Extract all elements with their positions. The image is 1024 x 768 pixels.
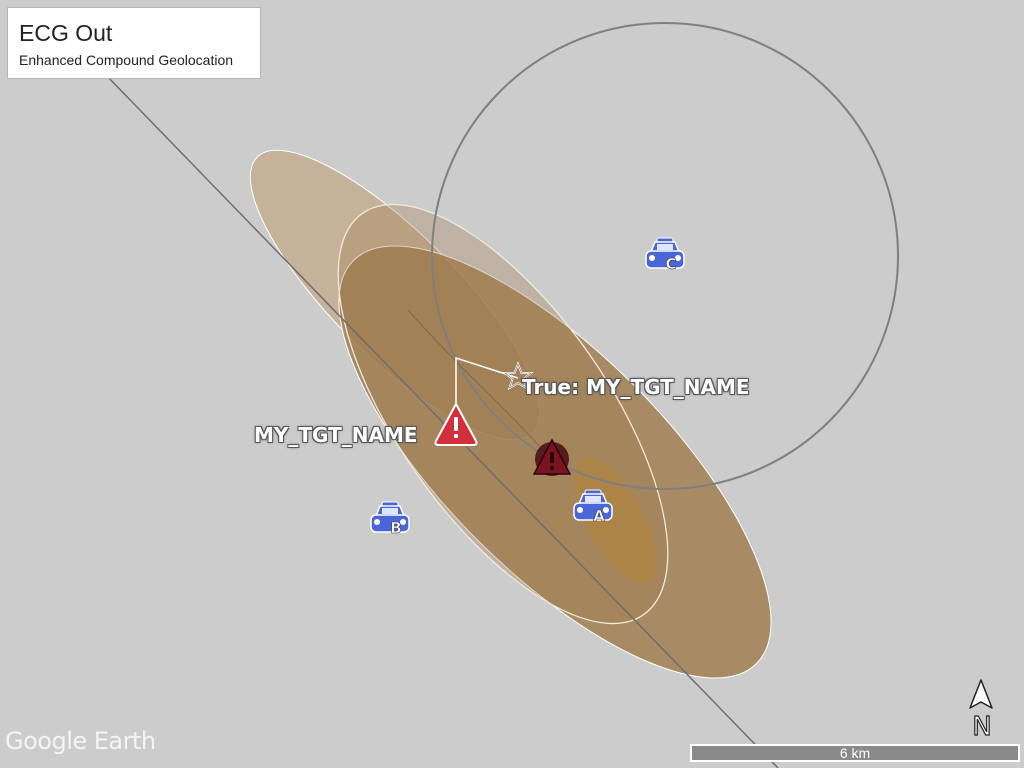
sensor-b-label: B [390, 519, 401, 537]
line-of-bearing [71, 39, 779, 768]
map-canvas[interactable]: A B C [0, 0, 1024, 768]
scale-bar: 6 km [690, 744, 1020, 762]
panel-subtitle: Enhanced Compound Geolocation [19, 52, 234, 68]
true-target-label[interactable]: True: MY_TGT_NAME [522, 375, 750, 399]
target-label[interactable]: MY_TGT_NAME [254, 423, 418, 447]
sensor-a-label: A [593, 507, 605, 525]
sensor-c-label: C [665, 255, 676, 273]
google-earth-watermark: Google Earth [5, 727, 156, 755]
north-arrow-icon[interactable]: N [963, 678, 999, 738]
panel-title: ECG Out [19, 20, 113, 46]
info-panel: ECG Out Enhanced Compound Geolocation [7, 7, 261, 79]
north-arrow-label: N [972, 712, 991, 738]
scale-bar-label: 6 km [839, 745, 871, 761]
